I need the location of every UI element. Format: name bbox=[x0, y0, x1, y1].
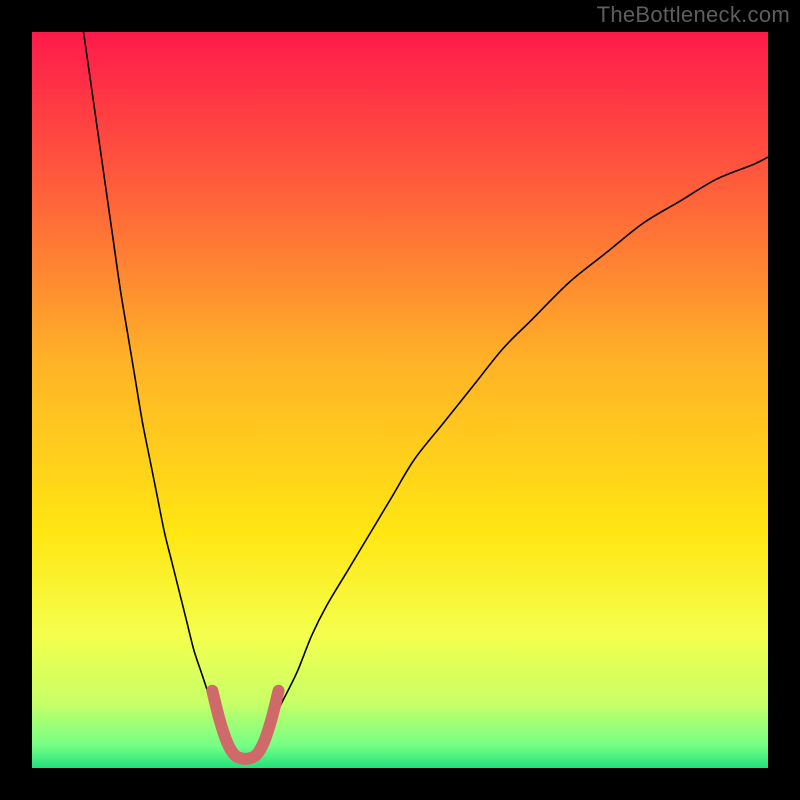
chart-svg bbox=[32, 32, 768, 768]
watermark-text: TheBottleneck.com bbox=[597, 2, 790, 28]
chart-background bbox=[32, 32, 768, 768]
plot-area bbox=[32, 32, 768, 768]
chart-root: TheBottleneck.com bbox=[0, 0, 800, 800]
